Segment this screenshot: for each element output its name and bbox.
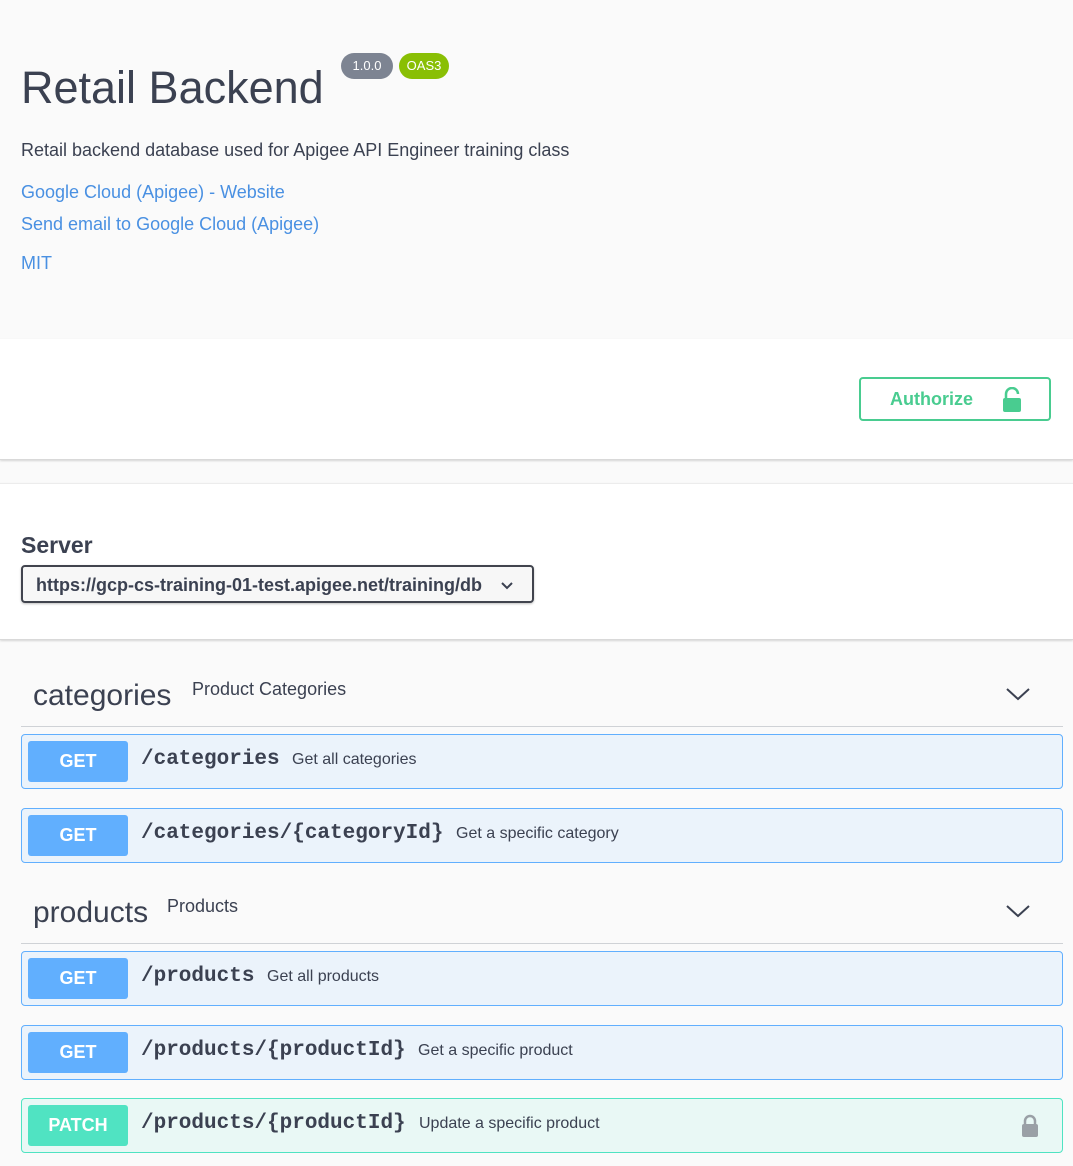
oas-badge: OAS3 [399,53,449,79]
operation-get-product-by-id[interactable]: GET /products/{productId} Get a specific… [21,1025,1063,1080]
operation-get-category-by-id[interactable]: GET /categories/{categoryId} Get a speci… [21,808,1063,863]
operation-path: /categories [141,748,280,771]
tag-header-products[interactable]: products Products [21,884,1063,944]
operation-summary: Update a specific product [419,1115,600,1132]
operation-path: /products/{productId} [141,1112,406,1135]
chevron-down-icon [1006,905,1030,918]
authorize-label: Authorize [890,389,973,409]
chevron-down-icon [1006,688,1030,701]
tag-header-categories[interactable]: categories Product Categories [21,667,1063,727]
method-badge: GET [28,1032,128,1073]
tag-name: categories [33,679,172,712]
operation-path: /products [141,965,255,988]
operation-get-products[interactable]: GET /products Get all products [21,951,1063,1006]
method-badge: GET [28,741,128,782]
tag-name: products [33,896,149,929]
tag-description: Product Categories [192,679,347,699]
method-badge: GET [28,958,128,999]
servers-section [0,483,1073,640]
lock-icon[interactable] [1020,1114,1040,1138]
operation-path: /categories/{categoryId} [141,822,444,845]
operation-summary: Get all categories [292,751,417,768]
method-badge: GET [28,815,128,856]
unlock-icon [1003,387,1021,412]
info-section [0,0,1073,339]
operation-summary: Get a specific product [418,1042,573,1059]
chevron-down-icon [501,582,513,590]
operation-patch-product[interactable]: PATCH /products/{productId} Update a spe… [21,1098,1063,1153]
method-badge: PATCH [28,1105,128,1146]
tag-description: Products [167,896,239,916]
operation-get-categories[interactable]: GET /categories Get all categories [21,734,1063,789]
operation-summary: Get a specific category [456,825,619,842]
api-description: Retail backend database used for Apigee … [21,140,570,160]
page-title: Retail Backend [21,62,324,113]
server-select[interactable]: https://gcp-cs-training-01-test.apigee.n… [21,565,534,603]
authorize-button[interactable]: Authorize [859,377,1051,421]
operation-summary: Get all products [267,968,380,985]
version-badge: 1.0.0 [341,53,393,79]
server-selected-value: https://gcp-cs-training-01-test.apigee.n… [36,575,483,595]
website-link[interactable]: Google Cloud (Apigee) - Website [21,182,285,203]
server-label: Server [21,532,93,558]
license-link[interactable]: MIT [21,253,52,274]
operation-path: /products/{productId} [141,1039,406,1062]
email-link[interactable]: Send email to Google Cloud (Apigee) [21,214,319,235]
